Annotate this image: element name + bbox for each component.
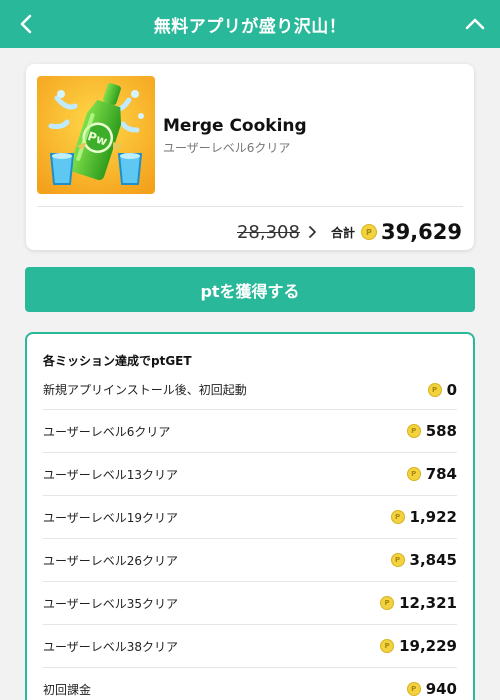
get-points-button[interactable]: ptを獲得する (25, 267, 475, 312)
mission-label: ユーザーレベル6クリア (43, 424, 171, 439)
divider (37, 206, 463, 207)
mission-value: 784 (425, 465, 457, 483)
point-coin-icon: P (380, 639, 395, 653)
old-points: 28,308 (236, 221, 300, 243)
mission-row: ユーザーレベル35クリア P 12,321 (43, 582, 457, 625)
app-icon: Pw (37, 76, 155, 194)
mission-points: P 1,922 (390, 508, 457, 526)
total-label: 合計 (330, 225, 355, 240)
point-coin-icon: P (406, 682, 421, 696)
mission-row: ユーザーレベル6クリア P 588 (43, 410, 457, 453)
mission-label: 新規アプリインストール後、初回起動 (43, 383, 247, 397)
mission-points: P 3,845 (390, 551, 457, 569)
collapse-button[interactable] (462, 10, 488, 38)
mission-title: 各ミッション達成でptGET (43, 354, 192, 368)
app-condition: ユーザーレベル6クリア (163, 141, 291, 155)
mission-value: 940 (425, 680, 457, 698)
mission-label: ユーザーレベル26クリア (43, 553, 179, 568)
mission-points: P 0 (427, 380, 457, 399)
mission-points: P 588 (406, 422, 457, 440)
mission-row: 新規アプリインストール後、初回起動 P 0 (43, 370, 457, 410)
point-coin-icon: P (427, 382, 442, 397)
point-coin-icon: P (390, 510, 405, 524)
mission-points: P 19,229 (380, 637, 457, 655)
mission-label: ユーザーレベル35クリア (43, 596, 179, 611)
mission-row: ユーザーレベル13クリア P 784 (43, 453, 457, 496)
point-coin-icon: P (406, 467, 421, 481)
point-coin-icon: P (360, 224, 377, 240)
app-name: Merge Cooking (163, 116, 307, 136)
points-summary: 28,308 合計 P 39,629 (237, 217, 462, 247)
mission-row: 初回課金 P 940 (43, 668, 457, 700)
mission-label: ユーザーレベル13クリア (43, 467, 179, 482)
mission-points: P 940 (406, 680, 457, 698)
mission-row: ユーザーレベル19クリア P 1,922 (43, 496, 457, 539)
mission-row: ユーザーレベル38クリア P 19,229 (43, 625, 457, 668)
mission-value: 19,229 (399, 637, 457, 655)
chevron-right-icon (308, 225, 317, 239)
mission-value: 1,922 (409, 508, 457, 526)
point-coin-icon: P (390, 553, 405, 567)
page-title: 無料アプリが盛り沢山！ (153, 16, 347, 37)
app-offer-card[interactable]: Pw Merge Cooking ユーザーレベル6クリア 28,308 合計 P… (26, 64, 474, 250)
mission-points: P 784 (406, 465, 457, 483)
mission-row: ユーザーレベル26クリア P 3,845 (43, 539, 457, 582)
mission-list: 新規アプリインストール後、初回起動 P 0 ユーザーレベル6クリア P 588 … (43, 370, 457, 700)
mission-value: 3,845 (409, 551, 457, 569)
mission-panel: 各ミッション達成でptGET 新規アプリインストール後、初回起動 P 0 ユーザ… (25, 332, 475, 700)
mission-points: P 12,321 (380, 594, 457, 612)
back-button[interactable] (14, 10, 38, 38)
mission-label: ユーザーレベル19クリア (43, 510, 179, 525)
mission-label: ユーザーレベル38クリア (43, 639, 179, 654)
mission-label: 初回課金 (43, 682, 92, 697)
top-bar: 無料アプリが盛り沢山！ (0, 0, 500, 48)
point-coin-icon: P (406, 424, 421, 438)
mission-value: 12,321 (399, 594, 457, 612)
mission-value: 588 (425, 422, 457, 440)
point-coin-icon: P (380, 596, 395, 610)
chevron-up-icon (465, 18, 485, 30)
mission-value: 0 (446, 380, 457, 399)
total-points: 39,629 (380, 220, 462, 244)
chevron-left-icon (20, 14, 32, 34)
